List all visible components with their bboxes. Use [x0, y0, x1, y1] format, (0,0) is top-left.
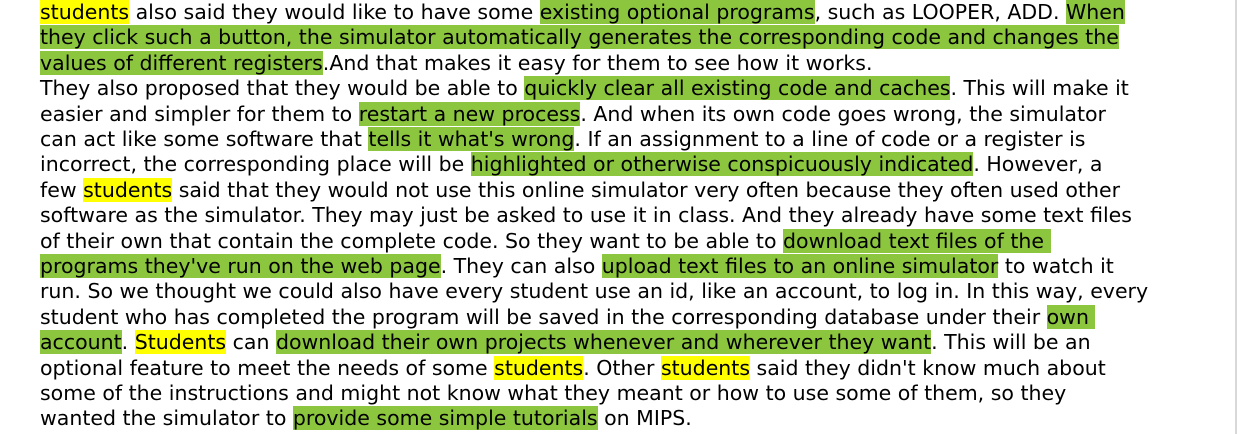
keyword-highlight: students	[660, 355, 751, 380]
plain-text: .	[121, 330, 135, 355]
text-line: account. Students can download their own…	[40, 330, 1091, 355]
text-line: software as the simulator. They may just…	[40, 203, 1132, 228]
text-line: wanted the simulator to provide some sim…	[40, 406, 692, 431]
text-line: student who has completed the program wi…	[40, 304, 1096, 330]
requirement-highlight: account	[40, 330, 122, 355]
plain-text: . If an assignment to a line of code or …	[574, 127, 1086, 151]
plain-text: easier and simpler for them to	[40, 101, 359, 126]
text-line: students also said they would like to ha…	[40, 0, 1125, 25]
requirement-highlight: download text files of the	[783, 228, 1051, 253]
keyword-highlight: students	[83, 177, 173, 202]
requirement-highlight: existing optional programs	[539, 0, 815, 24]
requirement-highlight: highlighted or otherwise conspicuously i…	[470, 152, 974, 177]
plain-text: to watch it	[998, 254, 1114, 278]
text-line: of their own that contain the complete c…	[40, 228, 1051, 254]
text-line: few students said that they would not us…	[40, 177, 1121, 203]
plain-text: . This will make it	[950, 76, 1129, 101]
document-page: students also said they would like to ha…	[0, 0, 1237, 434]
plain-text: of their own that contain the complete c…	[40, 228, 784, 253]
requirement-highlight: own	[1046, 304, 1096, 329]
plain-text: also said they would like to have some	[129, 0, 540, 24]
plain-text: on MIPS.	[597, 406, 692, 431]
text-line: easier and simpler for them to restart a…	[40, 101, 1106, 127]
text-line: they click such a button, the simulator …	[40, 25, 1119, 50]
requirement-highlight: When	[1066, 0, 1125, 24]
text-line: optional feature to meet the needs of so…	[40, 355, 1106, 381]
plain-text: . However, a	[973, 152, 1103, 177]
requirement-highlight: provide some simple tutorials	[292, 406, 598, 431]
plain-text: wanted the simulator to	[40, 406, 293, 431]
text-line: some of the instructions and might not k…	[40, 381, 1066, 406]
keyword-highlight: students	[494, 355, 584, 380]
text-line: programs they've run on the web page. Th…	[40, 254, 1114, 279]
plain-text: student who has completed the program wi…	[40, 304, 1047, 329]
plain-text: optional feature to meet the needs of so…	[40, 355, 495, 380]
plain-text: software as the simulator. They may just…	[40, 203, 1132, 228]
requirement-highlight: upload text files to an online simulator	[601, 254, 999, 278]
requirement-highlight: quickly clear all existing code and cach…	[524, 76, 951, 101]
text-line: can act like some software that tells it…	[40, 127, 1085, 152]
plain-text: . This will be an	[931, 330, 1091, 355]
plain-text: incorrect, the corresponding place will …	[40, 152, 471, 177]
keyword-highlight: students	[40, 0, 130, 24]
keyword-highlight: Students	[134, 330, 227, 355]
plain-text: few	[40, 177, 84, 202]
plain-text: some of the instructions and might not k…	[40, 381, 1067, 405]
plain-text: . Other	[583, 355, 661, 380]
plain-text: . And when its own code goes wrong, the …	[580, 101, 1106, 126]
requirement-highlight: download their own projects whenever and…	[275, 330, 932, 355]
text-line: They also proposed that they would be ab…	[40, 76, 1129, 101]
plain-text: .And that makes it easy for them to see …	[322, 50, 873, 75]
plain-text: can act like some software that	[40, 127, 369, 151]
requirement-highlight: programs they've run on the web page	[40, 254, 441, 278]
requirement-highlight: they click such a button, the simulator …	[40, 25, 1119, 50]
plain-text: They also proposed that they would be ab…	[40, 76, 525, 101]
plain-text: , such as LOOPER, ADD.	[814, 0, 1066, 24]
requirement-highlight: restart a new process	[358, 101, 581, 126]
plain-text: run. So we thought we could also have ev…	[40, 279, 1149, 304]
text-line: run. So we thought we could also have ev…	[40, 279, 1148, 304]
text-line: values of different registers.And that m…	[40, 50, 873, 76]
requirement-highlight: values of different registers	[40, 50, 323, 75]
plain-text: . They can also	[440, 254, 602, 278]
plain-text: can	[226, 330, 276, 355]
plain-text: said they didn't know much about	[750, 355, 1106, 380]
plain-text: said that they would not use this online…	[172, 177, 1121, 202]
requirement-highlight: tells it what's wrong	[368, 127, 575, 151]
text-line: incorrect, the corresponding place will …	[40, 152, 1102, 177]
